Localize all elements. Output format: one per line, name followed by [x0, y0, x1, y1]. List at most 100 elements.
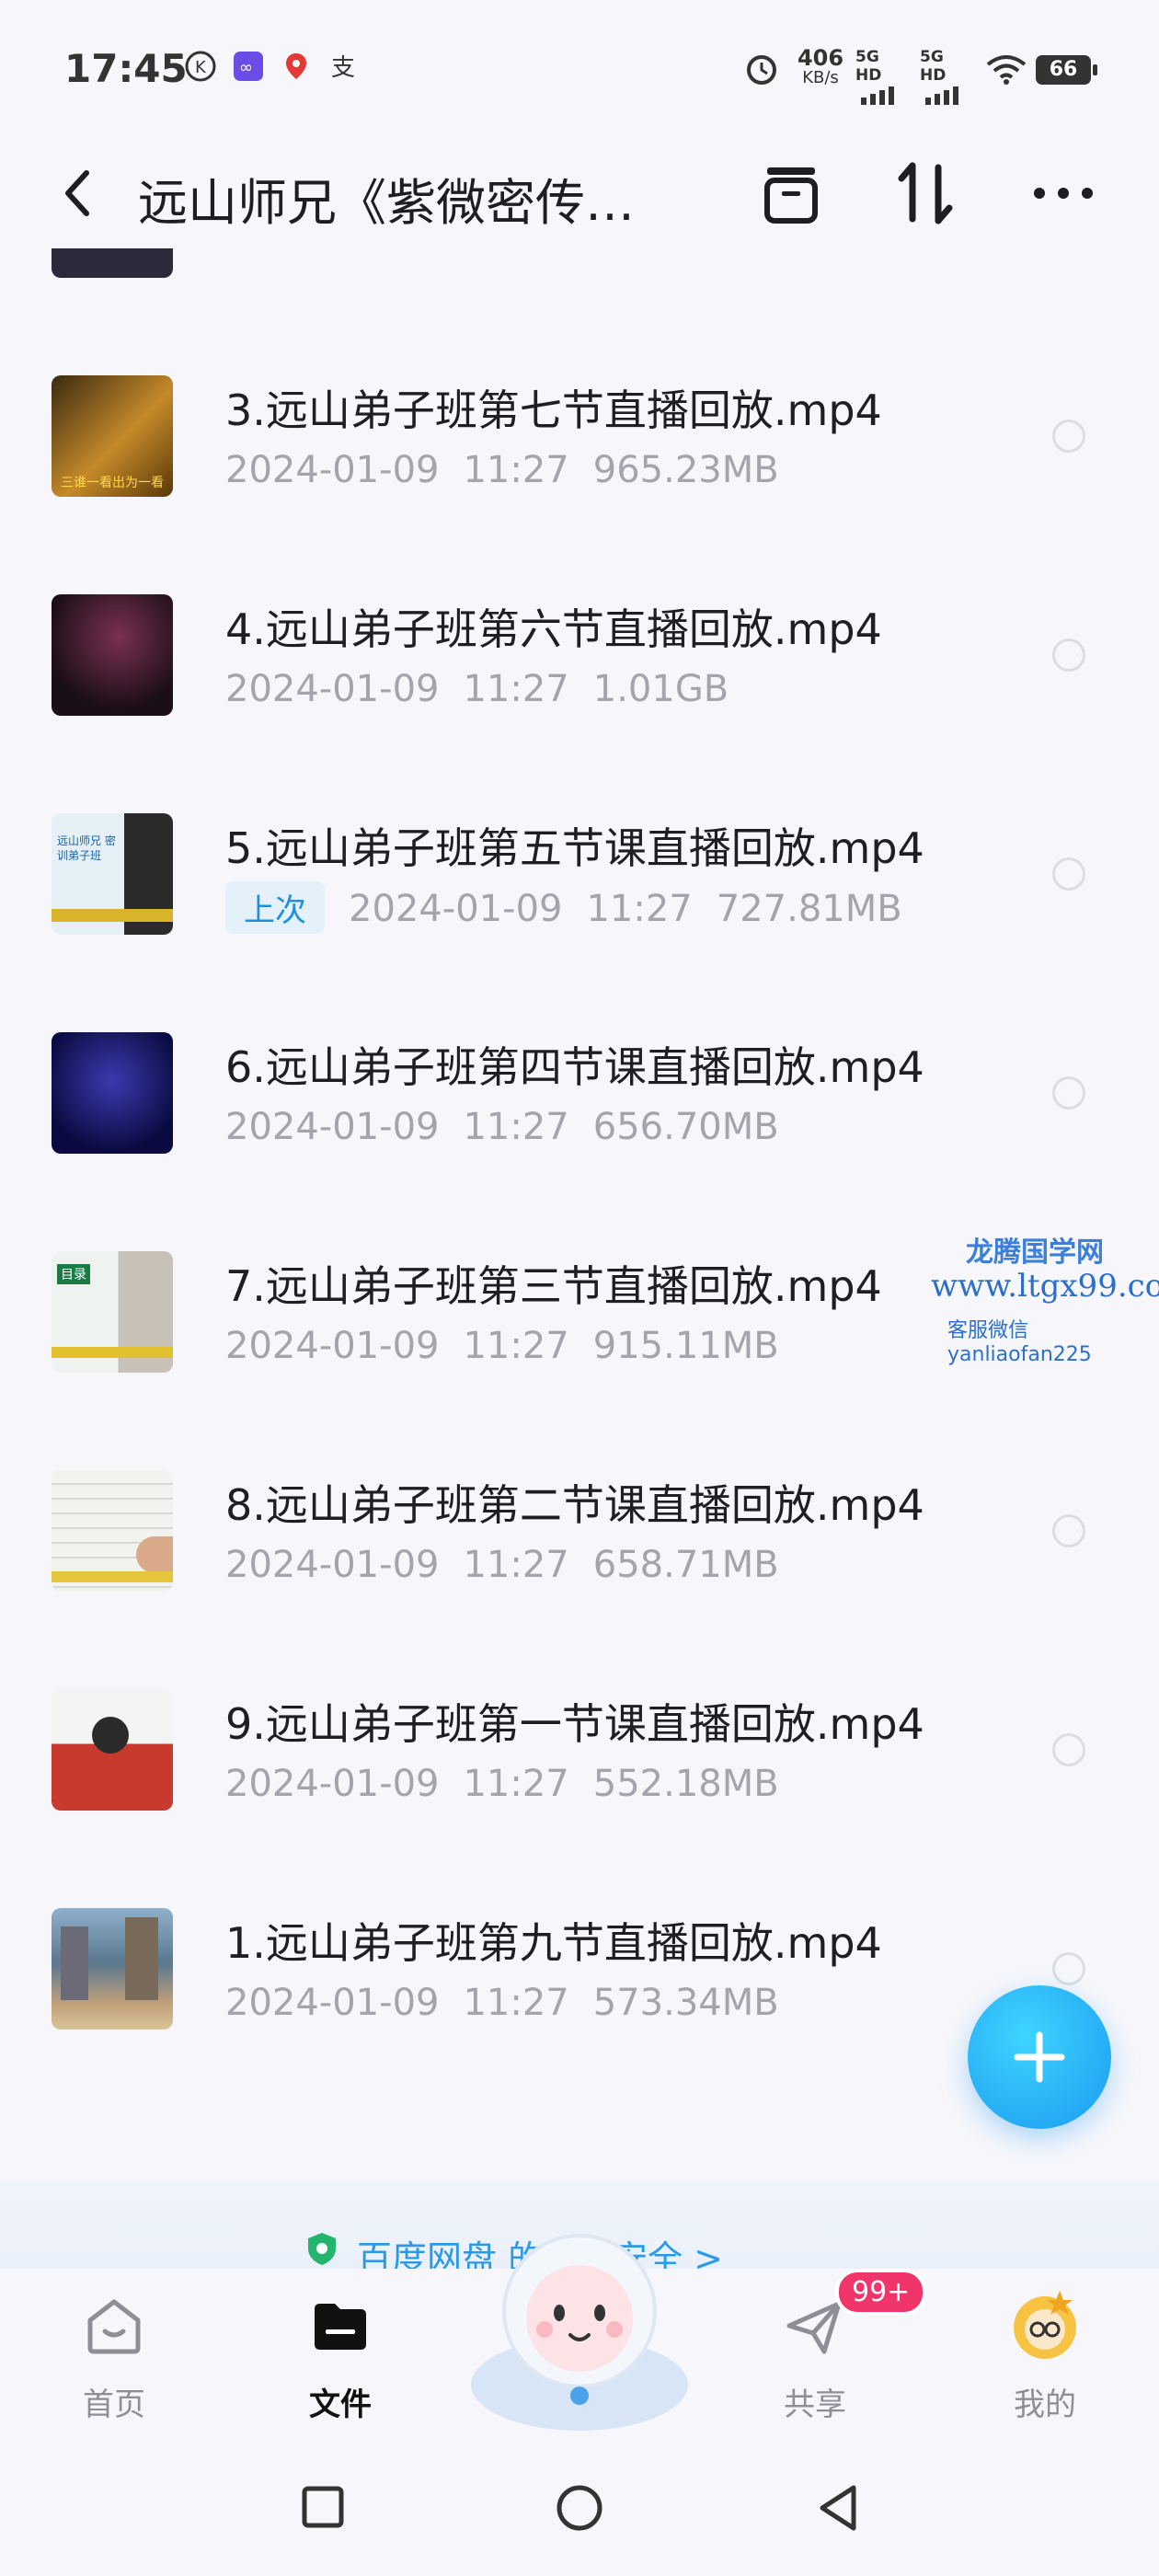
file-date: 2024-01-09 [225, 1763, 440, 1805]
system-nav-bar [0, 2447, 1159, 2576]
nav-me[interactable]: 我的 [971, 2287, 1119, 2434]
file-name: 5.远山弟子班第五节课直播回放.mp4 [225, 823, 924, 873]
sim1-signal: 5G HD [855, 48, 911, 109]
header-bar: 远山师兄《紫微密传… [0, 138, 1159, 248]
nav-files[interactable]: 文件 [267, 2287, 414, 2434]
mascot-icon [471, 2234, 688, 2431]
video-thumbnail [52, 1032, 173, 1154]
select-radio[interactable] [1052, 420, 1085, 453]
status-bar: 17:45 K ∞ 支 406 KB/s 5G HD 5G HD 66 [0, 0, 1159, 138]
select-radio[interactable] [1052, 857, 1085, 891]
file-time: 11:27 [463, 1982, 569, 2024]
file-meta: 2024-01-09 11:27 915.11MB [225, 1325, 803, 1367]
system-back-icon[interactable] [813, 2482, 865, 2534]
file-date: 2024-01-09 [225, 668, 440, 710]
file-size: 965.23MB [592, 449, 779, 491]
file-row[interactable]: 9.远山弟子班第一节课直播回放.mp4 2024-01-09 11:27 552.1… [0, 1641, 1159, 1860]
wifi-icon [986, 55, 1027, 85]
network-speed: 406 KB/s [797, 45, 844, 87]
file-time: 11:27 [463, 1763, 569, 1805]
file-size: 915.11MB [592, 1325, 779, 1367]
more-icon[interactable] [1027, 156, 1100, 230]
file-meta: 2024-01-09 11:27 965.23MB [225, 449, 803, 491]
folder-icon [315, 2304, 366, 2350]
file-meta: 上次 2024-01-09 11:27 727.81MB [225, 881, 926, 934]
file-date: 2024-01-09 [225, 1982, 440, 2024]
file-time: 11:27 [586, 888, 693, 930]
alipay-icon: 支 [331, 54, 355, 82]
select-radio[interactable] [1052, 1952, 1085, 1985]
file-meta: 2024-01-09 11:27 658.71MB [225, 1544, 803, 1586]
file-name: 3.远山弟子班第七节直播回放.mp4 [225, 385, 882, 435]
video-thumbnail: 目录 [52, 1251, 173, 1373]
video-thumbnail: 三谁一看出为一看 [52, 375, 173, 497]
file-name: 6.远山弟子班第四节课直播回放.mp4 [225, 1042, 924, 1092]
watermark-url: www.ltgx99.com [931, 1268, 1159, 1305]
svg-text:K: K [195, 58, 207, 77]
svg-text:∞: ∞ [239, 58, 253, 77]
sort-icon[interactable] [889, 156, 962, 230]
select-radio[interactable] [1052, 1514, 1085, 1547]
add-button[interactable] [968, 1985, 1111, 2129]
file-size: 727.81MB [716, 888, 902, 930]
file-row[interactable]: 三谁一看出为一看 3.远山弟子班第七节直播回放.mp4 2024-01-09 11… [0, 328, 1159, 546]
avatar-icon [1014, 2291, 1076, 2359]
loop-app-icon: ∞ [234, 52, 263, 81]
battery-tip [1093, 64, 1097, 75]
home-button-icon[interactable] [554, 2482, 605, 2534]
recent-apps-icon[interactable] [300, 2484, 346, 2530]
shield-icon [308, 2233, 336, 2265]
watermark-title: 龙腾国学网 [966, 1236, 1104, 1269]
nav-share-label: 共享 [784, 2386, 846, 2423]
previous-row-thumbnail-peek [52, 248, 173, 278]
file-date: 2024-01-09 [225, 1544, 440, 1586]
file-date: 2024-01-09 [225, 1325, 440, 1367]
file-meta: 2024-01-09 11:27 1.01GB [225, 668, 752, 710]
back-icon[interactable] [55, 166, 101, 221]
mascot-button[interactable] [460, 2201, 699, 2440]
select-radio[interactable] [1052, 1733, 1085, 1766]
file-time: 11:27 [463, 1325, 569, 1367]
home-icon [87, 2299, 141, 2354]
file-size: 552.18MB [592, 1763, 779, 1805]
file-row[interactable]: 远山师兄 密训弟子班 5.远山弟子班第五节课直播回放.mp4 上次 2024-01… [0, 765, 1159, 984]
archive-icon[interactable] [754, 156, 828, 230]
thumbnail-caption: 目录 [57, 1264, 90, 1284]
file-name: 7.远山弟子班第三节直播回放.mp4 [225, 1261, 882, 1311]
nav-home-label: 首页 [83, 2386, 145, 2423]
file-meta: 2024-01-09 11:27 656.70MB [225, 1106, 803, 1148]
video-thumbnail [52, 1689, 173, 1811]
file-row[interactable]: 8.远山弟子班第二节课直播回放.mp4 2024-01-09 11:27 658.7… [0, 1422, 1159, 1641]
file-name: 9.远山弟子班第一节课直播回放.mp4 [225, 1699, 924, 1749]
file-date: 2024-01-09 [349, 888, 563, 930]
svg-text:支: 支 [331, 54, 355, 82]
file-time: 11:27 [463, 1106, 569, 1148]
page-title: 远山师兄《紫微密传… [138, 174, 635, 232]
last-viewed-badge: 上次 [225, 881, 325, 934]
thumbnail-caption: 远山师兄 密训弟子班 [57, 834, 116, 862]
sim2-signal: 5G HD [920, 48, 975, 109]
select-radio[interactable] [1052, 1076, 1085, 1110]
nav-me-label: 我的 [1014, 2386, 1076, 2423]
file-time: 11:27 [463, 449, 569, 491]
video-thumbnail [52, 1908, 173, 2030]
file-size: 656.70MB [592, 1106, 779, 1148]
file-meta: 2024-01-09 11:27 573.34MB [225, 1982, 803, 2024]
video-thumbnail [52, 1470, 173, 1592]
file-size: 573.34MB [592, 1982, 779, 2024]
watermark-contact: 客服微信 yanliaofan225 [947, 1319, 1092, 1366]
file-row[interactable]: 4.远山弟子班第六节直播回放.mp4 2024-01-09 11:27 1.01GB [0, 546, 1159, 765]
file-meta: 2024-01-09 11:27 552.18MB [225, 1763, 803, 1805]
file-name: 8.远山弟子班第二节课直播回放.mp4 [225, 1480, 924, 1530]
file-time: 11:27 [463, 1544, 569, 1586]
video-thumbnail [52, 594, 173, 716]
file-name: 1.远山弟子班第九节直播回放.mp4 [225, 1918, 882, 1968]
file-name: 4.远山弟子班第六节直播回放.mp4 [225, 604, 882, 654]
map-pin-icon [286, 53, 306, 79]
k-app-icon: K [185, 51, 216, 82]
thumbnail-caption: 三谁一看出为一看 [61, 476, 164, 490]
nav-home[interactable]: 首页 [40, 2287, 188, 2434]
file-row[interactable]: 6.远山弟子班第四节课直播回放.mp4 2024-01-09 11:27 656.7… [0, 984, 1159, 1203]
share-notification-badge: 99+ [835, 2269, 927, 2316]
select-radio[interactable] [1052, 638, 1085, 672]
